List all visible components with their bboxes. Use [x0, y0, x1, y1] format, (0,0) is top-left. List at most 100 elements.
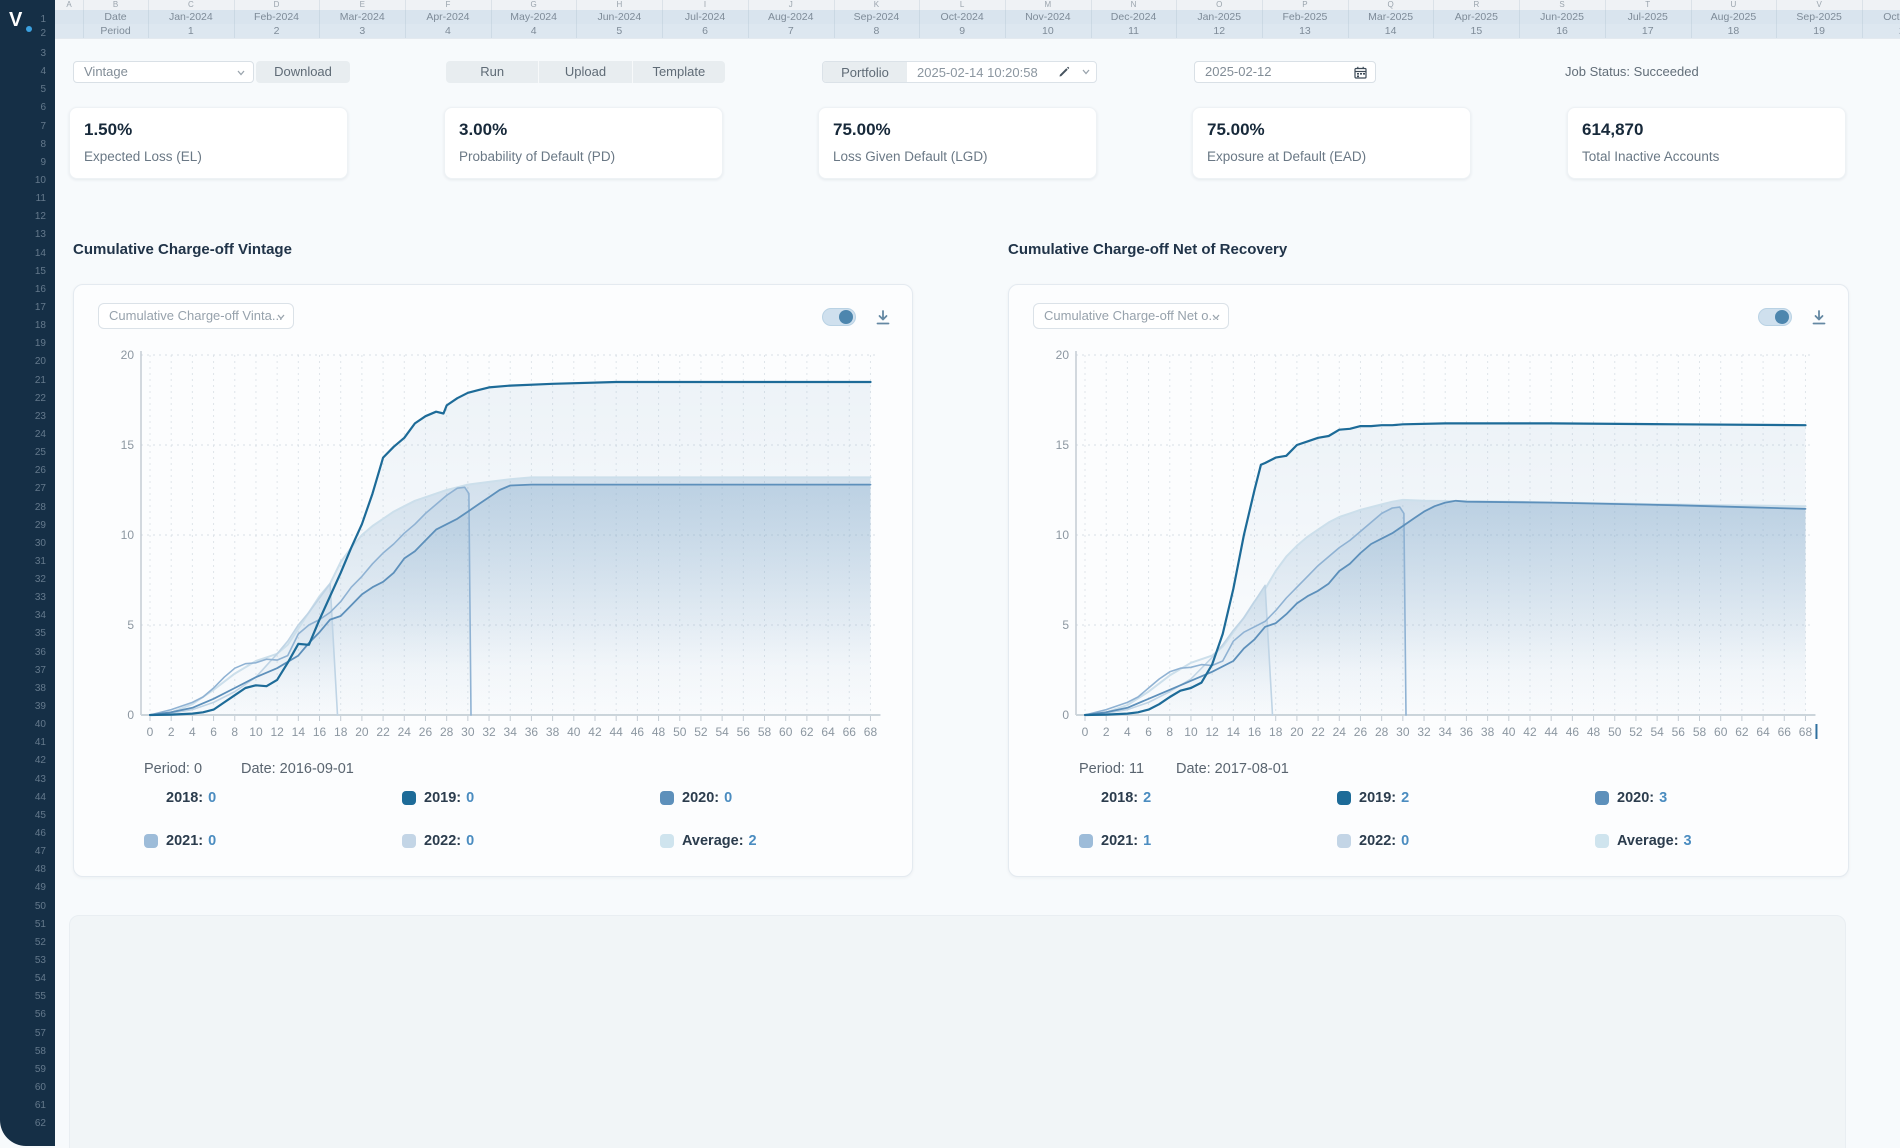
download-button-label: Download [274, 64, 332, 79]
sheet-row-number: 46 [0, 827, 46, 841]
svg-text:14: 14 [292, 725, 306, 739]
legend-swatch [402, 791, 416, 805]
chart-period-readout: Period: 11 [1079, 761, 1144, 777]
sheet-row-number: 52 [0, 936, 46, 950]
legend-item-2018[interactable]: 2018:0 [144, 788, 402, 808]
svg-text:16: 16 [1248, 725, 1262, 739]
sheet-period-cell: 8 [834, 24, 921, 38]
template-button[interactable]: Template [632, 61, 725, 83]
svg-text:54: 54 [1650, 725, 1664, 739]
kpi-value: 1.50% [84, 120, 132, 140]
chart-metric-select[interactable]: Cumulative Charge-off Net o... [1033, 303, 1229, 329]
sheet-date-cell: Aug-2025 [1691, 10, 1778, 24]
portfolio-selector[interactable]: Portfolio 2025-02-14 10:20:58 [822, 61, 1097, 83]
sheet-date-cell: Feb-2025 [1262, 10, 1349, 24]
sheet-row-number: 9 [0, 156, 46, 170]
svg-text:10: 10 [121, 528, 135, 542]
legend-name: 2022: [1359, 833, 1396, 849]
chart-date-readout: Date: 2017-08-01 [1176, 761, 1289, 777]
sheet-date-cell: Jan-2025 [1176, 10, 1263, 24]
svg-text:40: 40 [1502, 725, 1516, 739]
sheet-row-number: 15 [0, 265, 46, 279]
sheet-period-cell: 10 [1005, 24, 1092, 38]
svg-text:46: 46 [631, 725, 645, 739]
bottom-panel [69, 915, 1846, 1148]
legend-swatch [1079, 791, 1093, 805]
sheet-row-number: 53 [0, 954, 46, 968]
kpi-label: Total Inactive Accounts [1582, 149, 1719, 164]
legend-item-2018[interactable]: 2018:2 [1079, 788, 1337, 808]
legend-name: 2021: [166, 833, 203, 849]
legend-swatch [1337, 791, 1351, 805]
sheet-row-number: 29 [0, 519, 46, 533]
sheet-row-number: 10 [0, 174, 46, 188]
date-picker-field[interactable]: 2025-02-12 [1194, 61, 1376, 83]
run-button-label: Run [480, 64, 504, 79]
sheet-row-number: 34 [0, 609, 46, 623]
sheet-row-number: 21 [0, 374, 46, 388]
sheet-column-letter: W [1862, 0, 1900, 10]
sheet-date-cell: Jul-2025 [1605, 10, 1692, 24]
net-recovery-line-chart[interactable]: 0246810121416182022242628303234363840424… [1035, 345, 1825, 757]
template-button-label: Template [652, 64, 705, 79]
sheet-row-number: 23 [0, 410, 46, 424]
legend-item-2022[interactable]: 2022:0 [402, 831, 660, 851]
sheet-column-letter: I [662, 0, 749, 10]
svg-text:10: 10 [249, 725, 263, 739]
chart-download-icon[interactable] [1810, 309, 1828, 327]
legend-name: Average: [1617, 833, 1679, 849]
svg-text:52: 52 [1629, 725, 1643, 739]
sheet-date-cell: Mar-2025 [1348, 10, 1435, 24]
legend-name: 2018: [166, 790, 203, 806]
sheet-row-number: 30 [0, 537, 46, 551]
sheet-row-number: 28 [0, 501, 46, 515]
chart-download-icon[interactable] [874, 309, 892, 327]
legend-item-2020[interactable]: 2020:0 [660, 788, 918, 808]
legend-name: 2018: [1101, 790, 1138, 806]
sheet-row-number: 56 [0, 1008, 46, 1022]
chart-card-vintage: Cumulative Charge-off Vinta... 024681012… [73, 284, 913, 877]
app-window: ABCDEFGHIJKLMNOPQRSTUVW DateJan-2024Feb-… [0, 0, 1900, 1148]
legend-item-2020[interactable]: 2020:3 [1595, 788, 1853, 808]
edit-pencil-icon[interactable] [1052, 62, 1076, 82]
legend-item-2021[interactable]: 2021:0 [144, 831, 402, 851]
sheet-row-number: 41 [0, 736, 46, 750]
sheet-row-number: 20 [0, 355, 46, 369]
download-button[interactable]: Download [256, 61, 350, 83]
svg-text:60: 60 [779, 725, 793, 739]
portfolio-chevron-icon[interactable] [1076, 62, 1096, 82]
legend-name: Average: [682, 833, 744, 849]
kpi-label: Probability of Default (PD) [459, 149, 615, 164]
svg-text:8: 8 [1166, 725, 1173, 739]
legend-item-2019[interactable]: 2019:0 [402, 788, 660, 808]
sheet-period-cell: 13 [1262, 24, 1349, 38]
chart-metric-select[interactable]: Cumulative Charge-off Vinta... [98, 303, 294, 329]
svg-text:32: 32 [1417, 725, 1431, 739]
legend-item-2019[interactable]: 2019:2 [1337, 788, 1595, 808]
kpi-label: Expected Loss (EL) [84, 149, 202, 164]
svg-text:18: 18 [334, 725, 348, 739]
sheet-period-cell: 1 [148, 24, 235, 38]
vintage-select[interactable]: Vintage [73, 61, 254, 83]
sheet-column-letter: O [1176, 0, 1263, 10]
legend-item-average[interactable]: Average:2 [660, 831, 918, 851]
run-button[interactable]: Run [446, 61, 538, 83]
vintage-line-chart[interactable]: 0246810121416182022242628303234363840424… [100, 345, 890, 757]
sheet-row-number: 12 [0, 210, 46, 224]
chart-toggle[interactable] [1758, 308, 1792, 326]
sheet-row-number: 19 [0, 337, 46, 351]
sheet-row-number: 11 [0, 192, 46, 206]
svg-text:10: 10 [1184, 725, 1198, 739]
sheet-column-letter: C [148, 0, 235, 10]
sheet-row-number: 57 [0, 1027, 46, 1041]
legend-item-2022[interactable]: 2022:0 [1337, 831, 1595, 851]
calendar-icon[interactable] [1354, 66, 1367, 79]
sheet-row-number: 50 [0, 900, 46, 914]
sheet-row-number: 51 [0, 918, 46, 932]
chart-metric-select-value: Cumulative Charge-off Vinta... [109, 308, 283, 323]
legend-item-average[interactable]: Average:3 [1595, 831, 1853, 851]
upload-button[interactable]: Upload [538, 61, 631, 83]
legend-item-2021[interactable]: 2021:1 [1079, 831, 1337, 851]
sheet-period-cell: 4 [405, 24, 492, 38]
chart-toggle[interactable] [822, 308, 856, 326]
